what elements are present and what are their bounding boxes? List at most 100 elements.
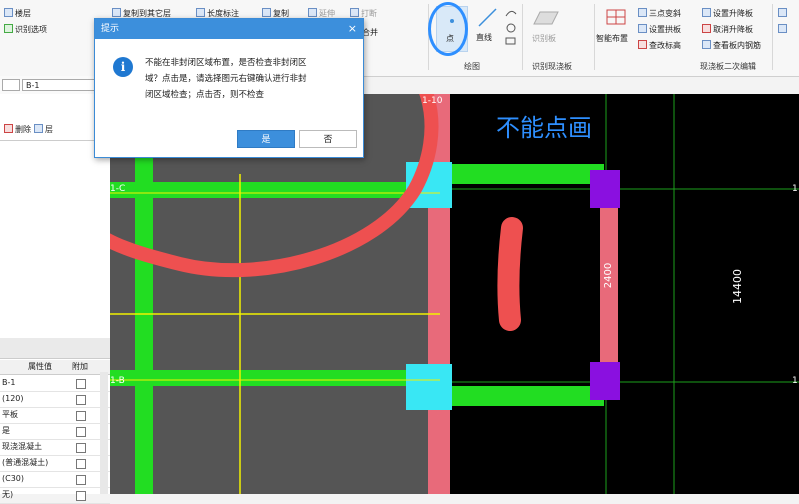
column-c [590,170,620,208]
arch-icon [638,24,647,33]
annotation-text: 不能点画 [496,114,592,142]
dim-label-14400: 14400 [731,269,744,304]
dialog-title-bar: 提示 × [95,19,363,39]
property-value: 无) [2,490,14,499]
ribbon-separator [522,4,523,70]
copy-layer-icon [112,8,121,17]
view-rebar-button[interactable]: 查看板内钢筋 [702,40,761,51]
identify-slab-button[interactable]: 识别板 [532,33,556,44]
identify-slab-icon [530,8,560,28]
no-button[interactable]: 否 [299,130,357,148]
property-row[interactable]: 是 [0,423,110,440]
column-b [590,362,620,400]
axis-label-top: 1-10 [422,96,443,106]
merge-button[interactable]: 合并 [362,27,378,38]
property-value: (普通混凝土) [2,458,49,467]
attach-checkbox[interactable] [76,411,86,421]
axis-label-right-1: 1 [792,184,798,194]
line-draw-button[interactable]: 直线 [476,32,492,43]
col-attach-header: 附加 [72,362,88,371]
options-icon [4,24,13,33]
info-icon: i [113,57,133,77]
group-draw-label: 绘图 [464,62,480,71]
layer-icon [4,8,13,17]
property-row[interactable]: B-1 [0,375,110,392]
ruler-icon [196,8,205,17]
property-row[interactable]: 无) [0,487,110,504]
elevation-icon [638,40,647,49]
three-point-slope-button[interactable]: 三点变斜 [638,8,681,19]
joint-b [406,364,452,410]
smart-layout-icon [604,6,628,28]
slope-icon [638,8,647,17]
set-arch-slab-button[interactable]: 设置拱板 [638,24,681,35]
more-icon-2[interactable] [778,24,789,34]
wall-b-left [110,370,410,386]
axis-label-b: 1-B [110,376,125,386]
property-row[interactable]: 现浇混凝土 [0,439,110,456]
arc-tools[interactable] [504,6,518,46]
copy-icon [262,8,271,17]
dialog-close-button[interactable]: × [348,19,357,39]
axis-label-c: 1-C [110,184,126,194]
markup-stroke [497,217,523,331]
property-row[interactable]: (120) [0,391,110,408]
more-tool-icon [778,8,787,17]
prompt-dialog: 提示 × i 不能在非封闭区域布置，是否检查非封闭区 域？点击是，请选择图元右键… [94,18,364,158]
layer-button[interactable]: 层 [34,124,53,135]
attach-checkbox[interactable] [76,427,86,437]
wall-left [135,154,153,494]
delete-button[interactable]: 删除 [4,124,31,135]
dialog-message-line: 域？点击是，请选择图元右键确认进行非封 [145,74,307,84]
property-value: B-1 [2,378,16,387]
attach-checkbox[interactable] [76,475,86,485]
extend-icon [308,8,317,17]
property-value: 平板 [2,410,18,419]
dialog-title: 提示 [101,24,120,34]
property-value: (120) [2,394,24,403]
attach-checkbox[interactable] [76,395,86,405]
ribbon-separator [594,4,595,70]
dialog-message-line: 不能在非封闭区域布置，是否检查非封闭区 [145,58,307,68]
property-row[interactable]: (C30) [0,471,110,488]
attach-checkbox[interactable] [76,459,86,469]
layer-icon [34,124,43,133]
more-icon[interactable] [778,8,789,18]
ribbon-separator [772,4,773,70]
properties-header-bar [0,338,110,359]
smart-layout-button[interactable]: 智能布置 [596,33,628,44]
property-row[interactable]: 平板 [0,407,110,424]
yes-button[interactable]: 是 [237,130,295,148]
property-value: (C30) [2,474,25,483]
properties-table-header: 属性值 附加 [0,360,110,375]
dialog-message: 不能在非封闭区域布置，是否检查非封闭区 域？点击是，请选择图元右键确认进行非封 … [145,55,357,103]
dim-label-2400: 2400 [603,262,615,289]
group-secondary-edit-label: 现浇板二次编辑 [700,62,756,71]
wall-b-right [428,386,604,406]
set-lift-slab-button[interactable]: 设置升降板 [702,8,753,19]
property-value: 现浇混凝土 [2,442,42,451]
attach-checkbox[interactable] [76,491,86,501]
break-icon [350,8,359,17]
property-row[interactable]: (普通混凝土) [0,455,110,472]
rebar-view-icon [702,40,711,49]
cancel-lift-icon [702,24,711,33]
scrollbar[interactable] [100,372,108,494]
check-elevation-button[interactable]: 查改标高 [638,40,681,51]
lift-slab-icon [702,8,711,17]
axis-label-right-2: 1 [792,376,798,386]
attach-checkbox[interactable] [76,443,86,453]
wall-c-left [110,182,410,198]
delete-icon [4,124,13,133]
attach-checkbox[interactable] [76,379,86,389]
col-value-header: 属性值 [28,362,52,371]
dialog-message-line: 闭区域检查；点击否，则不检查 [145,90,265,100]
property-value: 是 [2,426,10,435]
id-options-button[interactable]: 识别选项 [4,24,47,35]
group-identify-label: 识别现浇板 [532,62,572,71]
type-combo[interactable] [2,79,20,91]
line-icon [476,6,500,28]
layer-mgmt-button[interactable]: 楼层 [4,8,31,19]
wall-c-right [428,164,604,184]
cancel-lift-slab-button[interactable]: 取消升降板 [702,24,753,35]
